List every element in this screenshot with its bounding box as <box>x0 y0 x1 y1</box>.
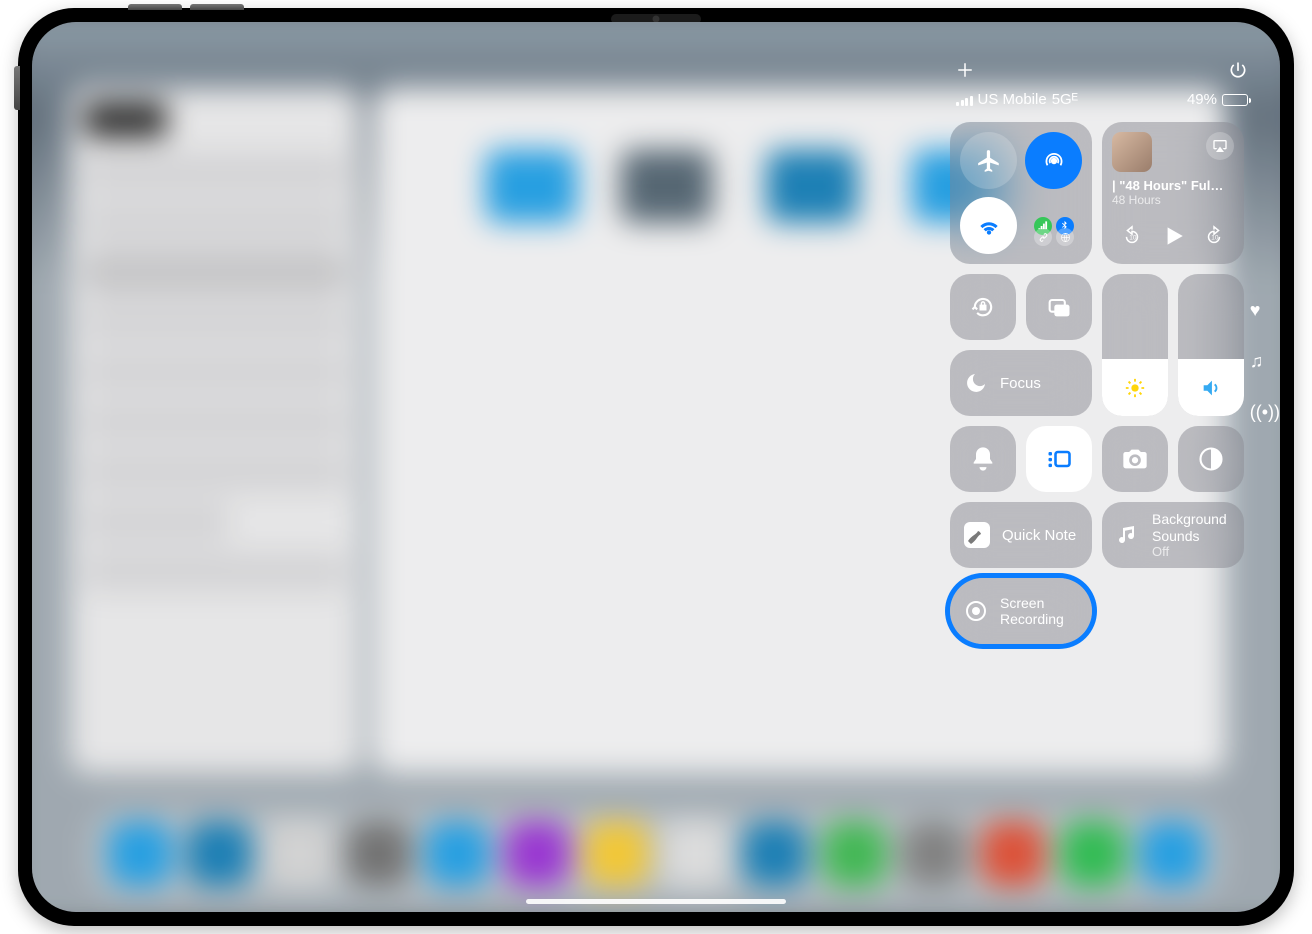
personal-hotspot-toggle[interactable] <box>1056 228 1074 246</box>
background-sounds-state: Off <box>1152 544 1227 559</box>
volume-slider[interactable] <box>1178 274 1244 416</box>
skip-forward-10-icon: 10 <box>1203 225 1225 247</box>
airplay-button[interactable] <box>1206 132 1234 160</box>
background-sounds-label: Background Sounds <box>1152 511 1227 543</box>
focus-button[interactable]: Focus <box>950 350 1092 416</box>
cellular-signal-icon <box>956 94 973 106</box>
control-center-page-dots[interactable]: ♥ ♫ ((•)) <box>1250 300 1280 423</box>
power-menu-button[interactable] <box>1228 60 1248 85</box>
play-icon <box>1160 223 1186 249</box>
heart-icon: ♥ <box>1250 300 1280 321</box>
skip-forward-button[interactable]: 10 <box>1203 225 1225 252</box>
svg-text:10: 10 <box>1212 235 1220 242</box>
status-bar: US Mobile 5Gᴱ 49% <box>950 91 1254 122</box>
airdrop-icon <box>1041 148 1067 174</box>
airplay-icon <box>1212 138 1228 154</box>
skip-back-button[interactable]: 10 <box>1121 225 1143 252</box>
connectivity-page-icon: ((•)) <box>1250 402 1280 423</box>
plus-icon <box>956 61 974 79</box>
media-subtitle: 48 Hours <box>1112 193 1234 207</box>
airplane-mode-toggle[interactable] <box>960 132 1017 189</box>
wifi-icon <box>976 213 1002 239</box>
camera-icon <box>1121 445 1149 473</box>
airdrop-toggle[interactable] <box>1025 132 1082 189</box>
screen-recording-button[interactable]: Screen Recording <box>950 578 1092 644</box>
volume-down-button[interactable] <box>190 4 244 10</box>
sun-icon <box>1124 377 1146 399</box>
speaker-icon <box>1200 377 1222 399</box>
vpn-toggle[interactable] <box>1034 228 1052 246</box>
battery-percent-label: 49% <box>1187 91 1217 108</box>
moon-icon <box>964 371 988 395</box>
orientation-lock-toggle[interactable] <box>950 274 1016 340</box>
connectivity-module[interactable] <box>950 122 1092 264</box>
battery-icon <box>1222 94 1248 106</box>
screen-recording-label: Screen Recording <box>1000 595 1064 627</box>
music-icon: ♫ <box>1250 351 1280 372</box>
play-button[interactable] <box>1160 223 1186 254</box>
home-indicator[interactable] <box>526 899 786 904</box>
power-button-hw[interactable] <box>14 66 20 110</box>
stage-manager-icon <box>1045 445 1073 473</box>
quick-note-label: Quick Note <box>1002 527 1076 544</box>
bell-icon <box>969 445 997 473</box>
media-artwork <box>1112 132 1152 172</box>
silent-mode-toggle[interactable] <box>950 426 1016 492</box>
skip-back-10-icon: 10 <box>1121 225 1143 247</box>
screen-mirroring-button[interactable] <box>1026 274 1092 340</box>
camera-button[interactable] <box>1102 426 1168 492</box>
connectivity-more[interactable] <box>1025 197 1082 254</box>
background-sounds-button[interactable]: Background Sounds Off <box>1102 502 1244 568</box>
volume-up-button[interactable] <box>128 4 182 10</box>
hotspot-icon <box>1060 232 1071 243</box>
link-icon <box>1038 232 1049 243</box>
contrast-icon <box>1197 445 1225 473</box>
stage-manager-toggle[interactable] <box>1026 426 1092 492</box>
focus-label: Focus <box>1000 375 1041 392</box>
airplane-icon <box>976 148 1002 174</box>
mirroring-icon <box>1045 293 1073 321</box>
carrier-label: US Mobile <box>978 91 1047 108</box>
quick-note-button[interactable]: Quick Note <box>950 502 1092 568</box>
network-type-label: 5Gᴱ <box>1052 91 1078 108</box>
control-center: US Mobile 5Gᴱ 49% <box>950 60 1254 644</box>
power-icon <box>1228 60 1248 80</box>
quicknote-icon <box>965 523 989 547</box>
brightness-slider[interactable] <box>1102 274 1168 416</box>
now-playing-module[interactable]: | "48 Hours" Ful… 48 Hours 10 10 <box>1102 122 1244 264</box>
record-icon <box>964 599 988 623</box>
add-control-button[interactable] <box>956 61 974 84</box>
svg-text:10: 10 <box>1129 235 1137 242</box>
ipad-device-frame: US Mobile 5Gᴱ 49% <box>18 8 1294 926</box>
media-title: | "48 Hours" Ful… <box>1112 178 1234 193</box>
wifi-toggle[interactable] <box>960 197 1017 254</box>
dark-mode-toggle[interactable] <box>1178 426 1244 492</box>
music-note-icon <box>1116 523 1140 547</box>
rotation-lock-icon <box>969 293 997 321</box>
